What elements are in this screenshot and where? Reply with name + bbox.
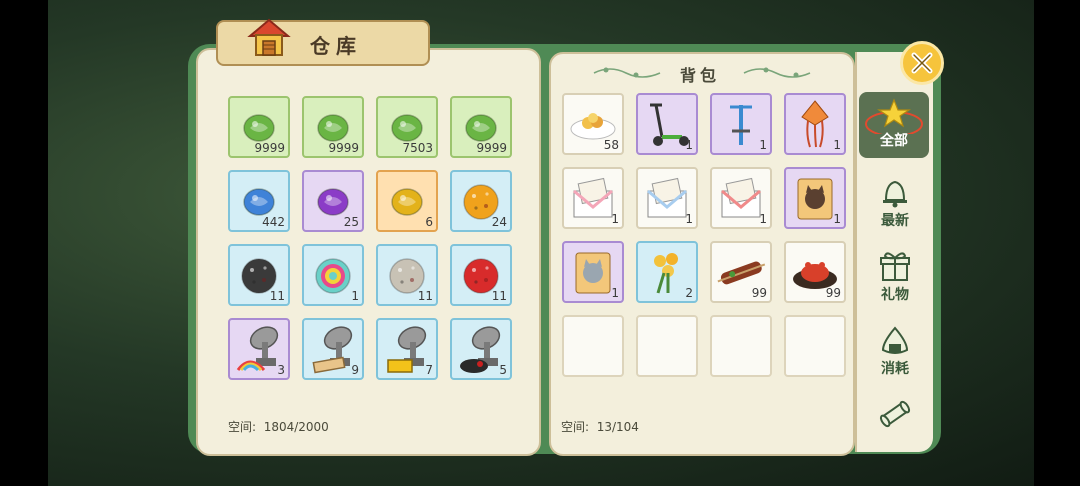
warehouse-item-slot[interactable]: 9999: [228, 96, 290, 158]
backpack-item-slot[interactable]: 1: [562, 167, 624, 229]
item-count: 99: [825, 286, 841, 300]
backpack-item-slot[interactable]: 1: [784, 93, 846, 155]
backpack-space-value: 13/104: [596, 420, 639, 434]
item-count: 11: [491, 289, 507, 303]
warehouse-item-slot[interactable]: 11: [450, 244, 512, 306]
item-count: 99: [751, 286, 767, 300]
backpack-item-slot[interactable]: 1: [784, 167, 846, 229]
item-count: 5: [499, 363, 507, 377]
warehouse-panel: 9999 9999 7503 9999 442 25 6 24 11 1 11 11 3 9 7 5 空间: …: [196, 48, 541, 456]
item-count: 9999: [476, 141, 507, 155]
backpack-item-slot[interactable]: 2: [636, 241, 698, 303]
rice-ball-icon: [881, 326, 909, 354]
item-count: 1: [759, 212, 767, 226]
empty-slot[interactable]: [710, 315, 772, 377]
empty-slot[interactable]: [636, 315, 698, 377]
backpack-item-slot[interactable]: 1: [636, 93, 698, 155]
warehouse-item-slot[interactable]: 9: [302, 318, 364, 380]
backpack-grid: 58 1 1 1 1 1 1 1 1 2 99 99: [562, 93, 846, 377]
tab-all-label: 全部: [880, 133, 908, 149]
backpack-space-text: 空间: 13/104: [561, 418, 639, 435]
item-count: 1: [685, 212, 693, 226]
item-count: 9: [351, 363, 359, 377]
warehouse-item-slot[interactable]: 6: [376, 170, 438, 232]
item-count: 58: [603, 138, 619, 152]
backpack-item-slot[interactable]: 99: [784, 241, 846, 303]
warehouse-item-slot[interactable]: 25: [302, 170, 364, 232]
item-count: 9999: [328, 141, 359, 155]
house-icon: [246, 14, 292, 60]
vine-right-icon: [742, 64, 812, 83]
item-count: 1: [833, 212, 841, 226]
backpack-item-slot[interactable]: 1: [636, 167, 698, 229]
warehouse-item-slot[interactable]: 5: [450, 318, 512, 380]
backpack-panel: 58 1 1 1 1 1 1 1 1 2 99 99 空间: 13/104: [549, 52, 855, 456]
backpack-title: 背包: [680, 66, 721, 85]
bell-icon: [883, 180, 907, 208]
empty-slot[interactable]: [784, 315, 846, 377]
warehouse-item-slot[interactable]: 9999: [450, 96, 512, 158]
warehouse-item-slot[interactable]: 7: [376, 318, 438, 380]
warehouse-item-slot[interactable]: 7503: [376, 96, 438, 158]
warehouse-grid: 9999 9999 7503 9999 442 25 6 24 11 1 11 11 3 9 7 5: [228, 96, 512, 380]
category-tabs: 全部 最新 礼物 消耗: [855, 52, 933, 452]
warehouse-item-slot[interactable]: 442: [228, 170, 290, 232]
gift-icon: [880, 252, 910, 281]
empty-slot[interactable]: [562, 315, 624, 377]
item-count: 1: [351, 289, 359, 303]
tab-gift-label: 礼物: [881, 287, 909, 303]
item-count: 2: [685, 286, 693, 300]
tab-consumable[interactable]: 消耗: [857, 318, 933, 384]
item-count: 25: [343, 215, 359, 229]
item-count: 11: [417, 289, 433, 303]
scroll-icon: [879, 400, 911, 428]
star-icon: [865, 98, 923, 134]
warehouse-item-slot[interactable]: 11: [228, 244, 290, 306]
warehouse-title: 仓库: [310, 34, 362, 58]
item-count: 9999: [254, 141, 285, 155]
tab-consumable-label: 消耗: [881, 361, 909, 377]
warehouse-space-value: 1804/2000: [263, 420, 329, 434]
warehouse-item-slot[interactable]: 1: [302, 244, 364, 306]
item-count: 1: [833, 138, 841, 152]
backpack-item-slot[interactable]: 1: [562, 241, 624, 303]
tab-all[interactable]: 全部: [859, 92, 929, 158]
item-count: 1: [611, 286, 619, 300]
warehouse-space-text: 空间: 1804/2000: [228, 418, 329, 435]
backpack-space-label: 空间:: [561, 420, 590, 434]
item-count: 1: [685, 138, 693, 152]
item-count: 7503: [402, 141, 433, 155]
item-count: 1: [759, 138, 767, 152]
tab-newest[interactable]: 最新: [857, 170, 933, 236]
backpack-item-slot[interactable]: 99: [710, 241, 772, 303]
right-black-bar: [1034, 0, 1080, 486]
vine-left-icon: [592, 64, 662, 83]
left-black-bar: [0, 0, 48, 486]
tab-gift[interactable]: 礼物: [857, 244, 933, 310]
item-count: 442: [262, 215, 285, 229]
item-count: 7: [425, 363, 433, 377]
item-count: 24: [491, 215, 507, 229]
close-button[interactable]: [900, 41, 944, 85]
warehouse-item-slot[interactable]: 24: [450, 170, 512, 232]
tab-scroll[interactable]: [857, 392, 933, 458]
warehouse-space-label: 空间:: [228, 420, 257, 434]
warehouse-item-slot[interactable]: 9999: [302, 96, 364, 158]
backpack-item-slot[interactable]: 1: [710, 167, 772, 229]
warehouse-item-slot[interactable]: 11: [376, 244, 438, 306]
item-count: 1: [611, 212, 619, 226]
tab-newest-label: 最新: [881, 213, 909, 229]
item-count: 6: [425, 215, 433, 229]
backpack-item-slot[interactable]: 58: [562, 93, 624, 155]
item-count: 3: [277, 363, 285, 377]
item-count: 11: [269, 289, 285, 303]
warehouse-item-slot[interactable]: 3: [228, 318, 290, 380]
close-icon: [911, 52, 933, 74]
backpack-item-slot[interactable]: 1: [710, 93, 772, 155]
